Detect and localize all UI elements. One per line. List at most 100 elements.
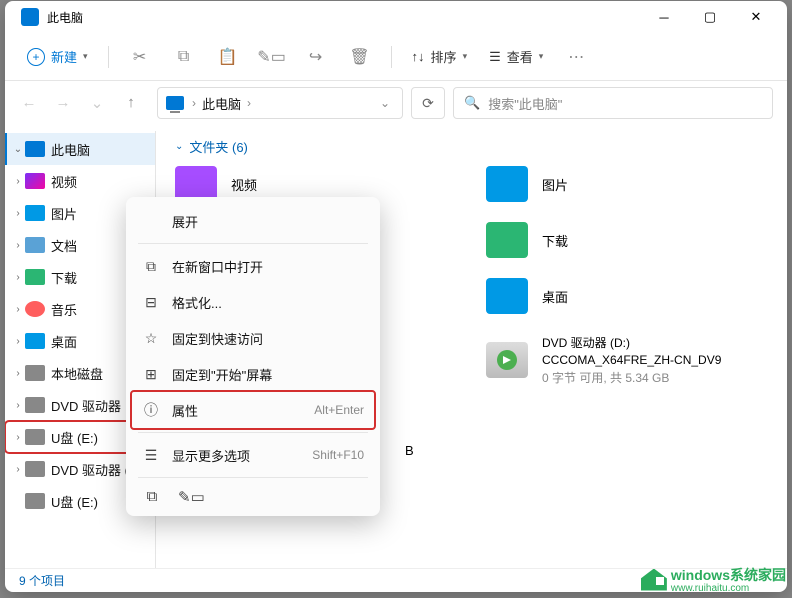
- drive-dvd-d[interactable]: DVD 驱动器 (D:) CCCOMA_X64FRE_ZH-CN_DV9 0 字…: [486, 334, 767, 386]
- chevron-down-icon[interactable]: ⌄: [11, 144, 25, 155]
- share-button[interactable]: ↪: [297, 39, 335, 75]
- sort-button[interactable]: ↑↓ 排序 ▾: [404, 43, 476, 70]
- chevron-right-icon[interactable]: ›: [11, 208, 25, 219]
- chevron-right-icon[interactable]: ›: [11, 336, 25, 347]
- chevron-right-icon[interactable]: ›: [11, 176, 25, 187]
- folder-downloads[interactable]: 下载: [486, 222, 767, 258]
- window-controls: ─ ▢ ✕: [641, 1, 779, 33]
- copy-icon[interactable]: ⧉: [142, 488, 162, 506]
- more-button[interactable]: ⋯: [557, 39, 595, 75]
- address-row: ← → ⌄ ↑ › 此电脑 › ⌄ ⟳ 🔍 搜索"此电脑": [5, 81, 787, 125]
- folder-label: 图片: [542, 175, 568, 194]
- folder-icon: [486, 278, 528, 314]
- view-label: 查看: [507, 47, 533, 66]
- refresh-button[interactable]: ⟳: [411, 87, 445, 119]
- cm-format[interactable]: ⊟格式化...: [132, 284, 374, 320]
- folder-desktop[interactable]: 桌面: [486, 278, 767, 314]
- house-icon: [641, 569, 667, 591]
- forward-button[interactable]: →: [53, 94, 73, 112]
- desktop-icon: [25, 333, 45, 349]
- shortcut: Shift+F10: [312, 448, 364, 462]
- cm-more-options[interactable]: ☰显示更多选项Shift+F10: [132, 437, 374, 473]
- new-button[interactable]: + 新建 ▾: [19, 43, 96, 70]
- chevron-right-icon[interactable]: ›: [11, 368, 25, 379]
- folder-icon: [486, 222, 528, 258]
- up-button[interactable]: ↑: [121, 94, 141, 112]
- address-bar[interactable]: › 此电脑 › ⌄: [157, 87, 403, 119]
- maximize-button[interactable]: ▢: [687, 1, 733, 33]
- crumb-arrow-icon[interactable]: ›: [190, 96, 198, 110]
- crumb-arrow-icon[interactable]: ›: [245, 96, 253, 110]
- ghost-char: B: [405, 443, 414, 458]
- new-label: 新建: [51, 47, 77, 66]
- sort-icon: ↑↓: [412, 49, 425, 64]
- recent-dropdown[interactable]: ⌄: [87, 94, 107, 112]
- address-dropdown[interactable]: ⌄: [374, 96, 396, 110]
- delete-button[interactable]: 🗑: [341, 39, 379, 75]
- more-icon: ☰: [142, 447, 160, 464]
- folder-label: 视频: [231, 175, 257, 194]
- chevron-down-icon: ▾: [539, 51, 544, 62]
- pin-icon: ⊞: [142, 366, 160, 383]
- picture-icon: [25, 205, 45, 221]
- info-icon: ⓘ: [142, 400, 160, 420]
- dvd-size: 0 字节 可用, 共 5.34 GB: [542, 369, 721, 386]
- sidebar-item-label: 下载: [51, 268, 77, 287]
- sidebar-item-videos[interactable]: › 视频: [5, 165, 155, 197]
- music-icon: [25, 301, 45, 317]
- sidebar-item-label: 图片: [51, 204, 77, 223]
- watermark: windows系统家园 www.ruihaitu.com: [641, 565, 786, 594]
- sidebar-item-label: 音乐: [51, 300, 77, 319]
- view-button[interactable]: ☰ 查看 ▾: [481, 43, 551, 70]
- chevron-right-icon[interactable]: ›: [11, 240, 25, 251]
- chevron-right-icon[interactable]: ›: [11, 304, 25, 315]
- back-button[interactable]: ←: [19, 94, 39, 112]
- toolbar: + 新建 ▾ ✂ ⧉ 📋 ✎▭ ↪ 🗑 ↑↓ 排序 ▾ ☰ 查看 ▾ ⋯: [5, 33, 787, 81]
- app-icon: [21, 8, 39, 26]
- chevron-right-icon[interactable]: ›: [11, 400, 25, 411]
- separator: [108, 46, 109, 68]
- star-icon: ☆: [142, 330, 160, 347]
- close-button[interactable]: ✕: [733, 1, 779, 33]
- group-header[interactable]: ⌄ 文件夹 (6): [175, 137, 767, 156]
- chevron-right-icon[interactable]: ›: [11, 432, 25, 443]
- sidebar-item-label: 此电脑: [51, 140, 90, 159]
- cm-pin-quick[interactable]: ☆固定到快速访问: [132, 320, 374, 356]
- separator: [138, 432, 368, 433]
- sidebar-item-label: 桌面: [51, 332, 77, 351]
- sidebar-item-label: 视频: [51, 172, 77, 191]
- dvd-title: DVD 驱动器 (D:): [542, 334, 721, 351]
- folder-pictures[interactable]: 图片: [486, 166, 767, 202]
- dvd-icon: [25, 461, 45, 477]
- pc-icon: [166, 96, 184, 110]
- cm-expand[interactable]: 展开: [132, 203, 374, 239]
- new-window-icon: ⧉: [142, 258, 160, 275]
- minimize-button[interactable]: ─: [641, 1, 687, 33]
- item-count: 9 个项目: [19, 572, 65, 589]
- search-icon: 🔍: [464, 95, 480, 111]
- cm-new-window[interactable]: ⧉在新窗口中打开: [132, 248, 374, 284]
- cm-pin-start[interactable]: ⊞固定到"开始"屏幕: [132, 356, 374, 392]
- pc-icon: [25, 141, 45, 157]
- sidebar-item-this-pc[interactable]: ⌄ 此电脑: [5, 133, 155, 165]
- search-input[interactable]: 🔍 搜索"此电脑": [453, 87, 773, 119]
- sidebar-item-label: U盘 (E:): [51, 492, 98, 511]
- chevron-right-icon[interactable]: ›: [11, 272, 25, 283]
- copy-button[interactable]: ⧉: [165, 39, 203, 75]
- folder-icon: [486, 166, 528, 202]
- paste-button[interactable]: 📋: [209, 39, 247, 75]
- rename-button[interactable]: ✎▭: [253, 39, 291, 75]
- plus-icon: +: [27, 48, 45, 66]
- chevron-down-icon: ▾: [83, 51, 88, 62]
- explorer-window: 此电脑 ─ ▢ ✕ + 新建 ▾ ✂ ⧉ 📋 ✎▭ ↪ 🗑 ↑↓ 排序 ▾ ☰ …: [5, 1, 787, 592]
- format-icon: ⊟: [142, 294, 160, 311]
- chevron-right-icon[interactable]: ›: [11, 464, 25, 475]
- breadcrumb[interactable]: 此电脑: [198, 94, 245, 113]
- disk-icon: [25, 365, 45, 381]
- dvd-drive-icon: [486, 342, 528, 378]
- cut-button[interactable]: ✂: [121, 39, 159, 75]
- cm-properties[interactable]: ⓘ属性Alt+Enter: [132, 392, 374, 428]
- window-title: 此电脑: [47, 9, 641, 26]
- rename-icon[interactable]: ✎▭: [178, 488, 198, 506]
- nav-arrows: ← → ⌄ ↑: [19, 94, 149, 112]
